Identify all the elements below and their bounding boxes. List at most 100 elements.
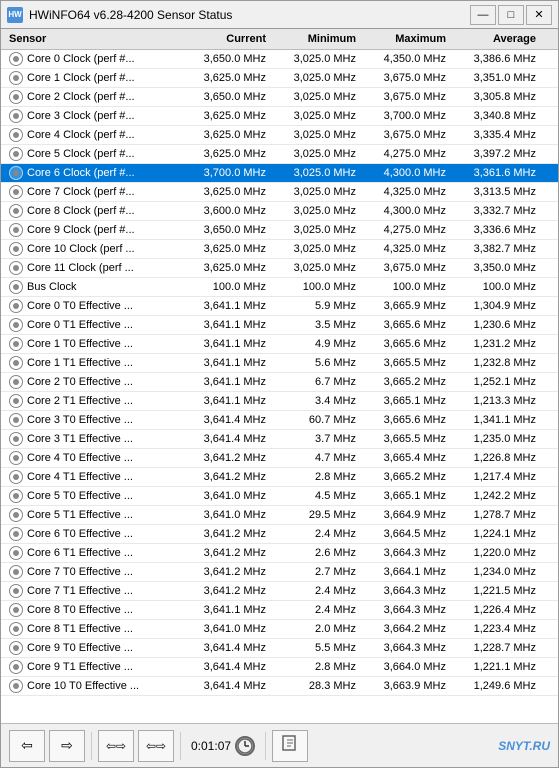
sensor-label: Core 7 T1 Effective ...: [27, 585, 133, 597]
sensor-label: Core 2 T0 Effective ...: [27, 376, 133, 388]
cell-average: 3,305.8 MHz: [450, 90, 540, 104]
cell-maximum: 3,665.6 MHz: [360, 337, 450, 351]
table-row[interactable]: Core 0 T0 Effective ... 3,641.1 MHz 5.9 …: [1, 297, 558, 316]
table-row[interactable]: Core 6 Clock (perf #... 3,700.0 MHz 3,02…: [1, 164, 558, 183]
table-row[interactable]: Core 1 T1 Effective ... 3,641.1 MHz 5.6 …: [1, 354, 558, 373]
table-row[interactable]: Core 4 Clock (perf #... 3,625.0 MHz 3,02…: [1, 126, 558, 145]
header-maximum[interactable]: Maximum: [360, 31, 450, 47]
table-row[interactable]: Core 5 T0 Effective ... 3,641.0 MHz 4.5 …: [1, 487, 558, 506]
export-button[interactable]: [272, 730, 308, 762]
table-row[interactable]: Core 6 T1 Effective ... 3,641.2 MHz 2.6 …: [1, 544, 558, 563]
cell-average: 3,313.5 MHz: [450, 185, 540, 199]
table-row[interactable]: Core 9 Clock (perf #... 3,650.0 MHz 3,02…: [1, 221, 558, 240]
nav-button-2[interactable]: ⇦⇨: [138, 730, 174, 762]
sensor-icon: [9, 356, 23, 370]
table-row[interactable]: Core 6 T0 Effective ... 3,641.2 MHz 2.4 …: [1, 525, 558, 544]
table-row[interactable]: Core 9 T1 Effective ... 3,641.4 MHz 2.8 …: [1, 658, 558, 677]
maximize-button[interactable]: □: [498, 5, 524, 25]
forward-button[interactable]: ⇨: [49, 730, 85, 762]
cell-average: 1,234.0 MHz: [450, 565, 540, 579]
cell-maximum: 4,325.0 MHz: [360, 185, 450, 199]
table-row[interactable]: Core 3 Clock (perf #... 3,625.0 MHz 3,02…: [1, 107, 558, 126]
table-row[interactable]: Core 7 Clock (perf #... 3,625.0 MHz 3,02…: [1, 183, 558, 202]
table-row[interactable]: Core 9 T0 Effective ... 3,641.4 MHz 5.5 …: [1, 639, 558, 658]
table-row[interactable]: Core 10 Clock (perf ... 3,625.0 MHz 3,02…: [1, 240, 558, 259]
cell-minimum: 3.5 MHz: [270, 318, 360, 332]
cell-minimum: 2.4 MHz: [270, 603, 360, 617]
sensor-label: Core 8 T1 Effective ...: [27, 623, 133, 635]
table-row[interactable]: Core 11 Clock (perf ... 3,625.0 MHz 3,02…: [1, 259, 558, 278]
close-button[interactable]: ✕: [526, 5, 552, 25]
table-row[interactable]: Core 5 Clock (perf #... 3,625.0 MHz 3,02…: [1, 145, 558, 164]
cell-maximum: 3,665.1 MHz: [360, 489, 450, 503]
cell-average: 3,336.6 MHz: [450, 223, 540, 237]
table-row[interactable]: Core 8 T1 Effective ... 3,641.0 MHz 2.0 …: [1, 620, 558, 639]
table-row[interactable]: Core 4 T1 Effective ... 3,641.2 MHz 2.8 …: [1, 468, 558, 487]
sensor-icon: [9, 223, 23, 237]
table-row[interactable]: Core 2 Clock (perf #... 3,650.0 MHz 3,02…: [1, 88, 558, 107]
table-row[interactable]: Core 0 T1 Effective ... 3,641.1 MHz 3.5 …: [1, 316, 558, 335]
table-row[interactable]: Core 2 T1 Effective ... 3,641.1 MHz 3.4 …: [1, 392, 558, 411]
cell-maximum: 3,665.1 MHz: [360, 394, 450, 408]
cell-average: 1,213.3 MHz: [450, 394, 540, 408]
cell-maximum: 3,675.0 MHz: [360, 71, 450, 85]
sensor-icon: [9, 261, 23, 275]
cell-minimum: 100.0 MHz: [270, 280, 360, 294]
sensor-label: Core 0 T1 Effective ...: [27, 319, 133, 331]
table-row[interactable]: Core 7 T0 Effective ... 3,641.2 MHz 2.7 …: [1, 563, 558, 582]
cell-current: 3,625.0 MHz: [180, 147, 270, 161]
header-current[interactable]: Current: [180, 31, 270, 47]
table-row[interactable]: Core 10 T0 Effective ... 3,641.4 MHz 28.…: [1, 677, 558, 696]
minimize-button[interactable]: —: [470, 5, 496, 25]
main-window: Sensor Current Minimum Maximum Average C…: [0, 28, 559, 768]
sensor-icon: [9, 641, 23, 655]
sensor-icon: [9, 432, 23, 446]
cell-maximum: 3,675.0 MHz: [360, 90, 450, 104]
cell-current: 3,625.0 MHz: [180, 185, 270, 199]
sensor-label: Core 10 T0 Effective ...: [27, 680, 139, 692]
cell-minimum: 3.4 MHz: [270, 394, 360, 408]
header-sensor[interactable]: Sensor: [5, 31, 180, 47]
cell-current: 3,641.2 MHz: [180, 565, 270, 579]
table-row[interactable]: Core 1 T0 Effective ... 3,641.1 MHz 4.9 …: [1, 335, 558, 354]
cell-maximum: 3,675.0 MHz: [360, 128, 450, 142]
back-icon: ⇦: [21, 737, 33, 754]
table-row[interactable]: Core 5 T1 Effective ... 3,641.0 MHz 29.5…: [1, 506, 558, 525]
separator-1: [91, 732, 92, 760]
cell-maximum: 3,665.9 MHz: [360, 299, 450, 313]
cell-average: 3,350.0 MHz: [450, 261, 540, 275]
cell-minimum: 4.5 MHz: [270, 489, 360, 503]
table-row[interactable]: Bus Clock 100.0 MHz 100.0 MHz 100.0 MHz …: [1, 278, 558, 297]
cell-maximum: 3,664.9 MHz: [360, 508, 450, 522]
sensor-label: Core 3 T1 Effective ...: [27, 433, 133, 445]
table-row[interactable]: Core 2 T0 Effective ... 3,641.1 MHz 6.7 …: [1, 373, 558, 392]
table-row[interactable]: Core 4 T0 Effective ... 3,641.2 MHz 4.7 …: [1, 449, 558, 468]
cell-minimum: 6.7 MHz: [270, 375, 360, 389]
cell-minimum: 28.3 MHz: [270, 679, 360, 693]
table-header: Sensor Current Minimum Maximum Average: [1, 29, 558, 50]
sensor-icon: [9, 280, 23, 294]
header-average[interactable]: Average: [450, 31, 540, 47]
back-button[interactable]: ⇦: [9, 730, 45, 762]
nav-button[interactable]: ⇦⇨: [98, 730, 134, 762]
cell-maximum: 4,350.0 MHz: [360, 52, 450, 66]
table-row[interactable]: Core 0 Clock (perf #... 3,650.0 MHz 3,02…: [1, 50, 558, 69]
cell-average: 1,242.2 MHz: [450, 489, 540, 503]
sensor-label: Core 10 Clock (perf ...: [27, 243, 135, 255]
table-row[interactable]: Core 7 T1 Effective ... 3,641.2 MHz 2.4 …: [1, 582, 558, 601]
table-row[interactable]: Core 3 T1 Effective ... 3,641.4 MHz 3.7 …: [1, 430, 558, 449]
table-row[interactable]: Core 3 T0 Effective ... 3,641.4 MHz 60.7…: [1, 411, 558, 430]
cell-maximum: 3,665.5 MHz: [360, 432, 450, 446]
cell-minimum: 2.6 MHz: [270, 546, 360, 560]
sensor-icon: [9, 489, 23, 503]
cell-current: 3,625.0 MHz: [180, 128, 270, 142]
sensor-icon: [9, 660, 23, 674]
cell-minimum: 2.4 MHz: [270, 584, 360, 598]
table-row[interactable]: Core 8 Clock (perf #... 3,600.0 MHz 3,02…: [1, 202, 558, 221]
cell-minimum: 2.8 MHz: [270, 470, 360, 484]
table-row[interactable]: Core 1 Clock (perf #... 3,625.0 MHz 3,02…: [1, 69, 558, 88]
table-row[interactable]: Core 8 T0 Effective ... 3,641.1 MHz 2.4 …: [1, 601, 558, 620]
header-minimum[interactable]: Minimum: [270, 31, 360, 47]
sensor-icon: [9, 622, 23, 636]
cell-average: 3,382.7 MHz: [450, 242, 540, 256]
